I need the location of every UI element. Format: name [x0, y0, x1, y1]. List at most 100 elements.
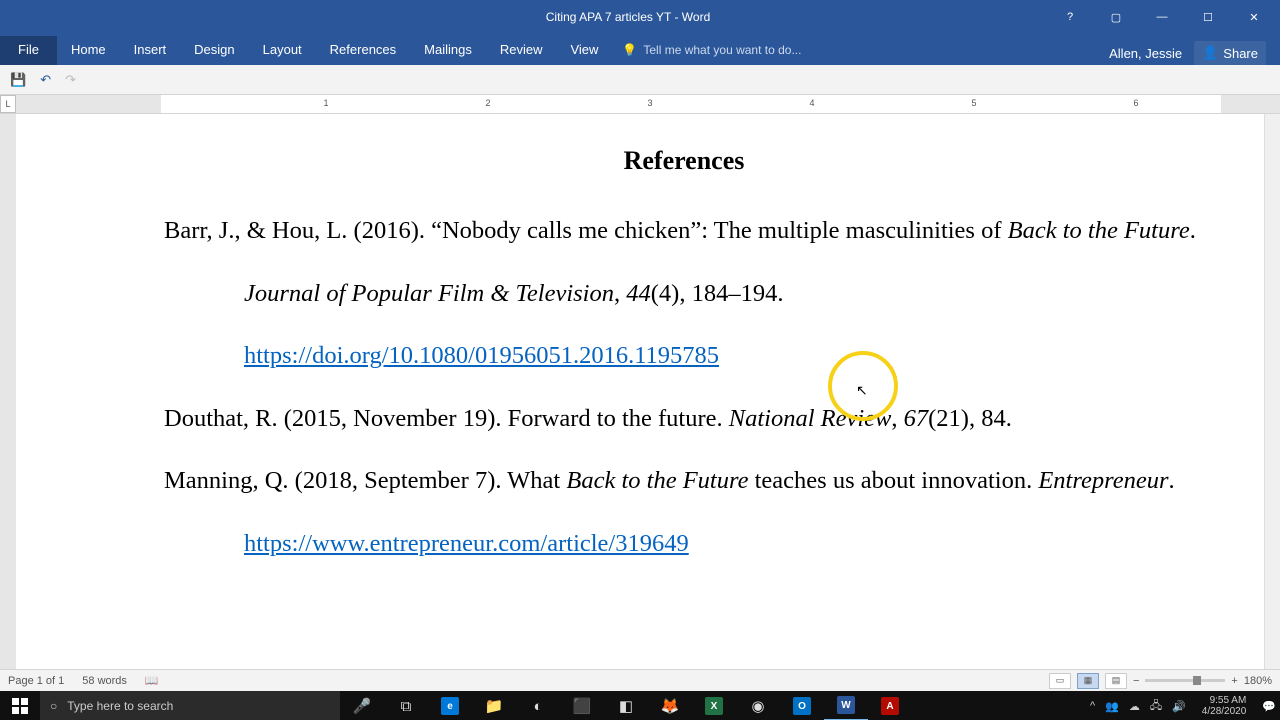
tray-expand-icon[interactable]: ^ — [1090, 700, 1095, 712]
print-layout-button[interactable]: ▦ — [1077, 673, 1099, 689]
ref-italic: 44 — [626, 280, 651, 307]
taskbar-search[interactable]: ○ Type here to search — [40, 691, 340, 720]
ruler-tick: 1 — [323, 98, 328, 108]
start-button[interactable] — [0, 698, 40, 714]
ref-italic: National Review — [729, 405, 892, 432]
redo-button[interactable]: ↷ — [65, 72, 76, 88]
onedrive-icon[interactable]: ☁ — [1129, 700, 1140, 713]
task-view-button[interactable]: ⧉ — [384, 691, 428, 720]
ref-text: Douthat, R. (2015, November 19). Forward… — [164, 405, 729, 432]
acrobat-icon[interactable]: A — [868, 691, 912, 720]
excel-icon[interactable]: X — [692, 691, 736, 720]
heading-references: References — [164, 128, 1204, 194]
tab-file[interactable]: File — [0, 36, 57, 65]
ref-italic: Entrepreneur — [1038, 467, 1168, 494]
word-count[interactable]: 58 words — [82, 675, 127, 687]
ref-italic: Journal of Popular Film & Television — [244, 280, 614, 307]
ribbon: File Home Insert Design Layout Reference… — [0, 34, 1280, 65]
tab-design[interactable]: Design — [180, 36, 248, 65]
user-name[interactable]: Allen, Jessie — [1109, 46, 1182, 61]
zoom-in-button[interactable]: + — [1231, 675, 1237, 687]
entrepreneur-link[interactable]: https://www.entrepreneur.com/article/319… — [244, 530, 689, 557]
proofing-icon[interactable]: 📖 — [145, 674, 159, 687]
firefox-icon[interactable]: 🦊 — [648, 691, 692, 720]
document-area: References Barr, J., & Hou, L. (2016). “… — [0, 114, 1280, 669]
reference-entry: Manning, Q. (2018, September 7). What Ba… — [164, 450, 1204, 575]
cortana-icon: ○ — [50, 699, 57, 713]
horizontal-ruler[interactable]: L 1 2 3 4 5 6 — [0, 95, 1280, 114]
minimize-button[interactable]: — — [1148, 7, 1176, 27]
people-icon[interactable]: 👥 — [1105, 700, 1119, 713]
quick-access-toolbar: 💾 ↶ ↷ — [0, 65, 1280, 95]
ref-text: teaches us about innovation. — [748, 467, 1038, 494]
tab-insert[interactable]: Insert — [120, 36, 181, 65]
save-button[interactable]: 💾 — [10, 72, 26, 88]
tell-me-placeholder: Tell me what you want to do... — [643, 43, 801, 57]
page[interactable]: References Barr, J., & Hou, L. (2016). “… — [16, 114, 1264, 669]
app-icon[interactable]: ◧ — [604, 691, 648, 720]
reference-entry: Barr, J., & Hou, L. (2016). “Nobody call… — [164, 200, 1204, 387]
ref-text: Barr, J., & Hou, L. (2016). “Nobody call… — [164, 217, 1008, 244]
zoom-level[interactable]: 180% — [1244, 675, 1272, 687]
web-layout-button[interactable]: ▤ — [1105, 673, 1127, 689]
share-icon: 👤 — [1202, 45, 1218, 61]
ruler-tick: 5 — [971, 98, 976, 108]
document-body[interactable]: References Barr, J., & Hou, L. (2016). “… — [16, 128, 1264, 575]
doi-link[interactable]: https://doi.org/10.1080/01956051.2016.11… — [244, 342, 719, 369]
edge-icon[interactable]: e — [428, 691, 472, 720]
vertical-scrollbar[interactable] — [1264, 114, 1280, 669]
mic-icon[interactable]: 🎤 — [340, 691, 384, 720]
help-icon[interactable]: ? — [1056, 7, 1084, 27]
system-clock[interactable]: 9:55 AM 4/28/2020 — [1196, 695, 1253, 717]
notifications-icon[interactable]: 💬 — [1262, 700, 1276, 713]
read-mode-button[interactable]: ▭ — [1049, 673, 1071, 689]
zoom-out-button[interactable]: − — [1133, 675, 1139, 687]
vertical-ruler[interactable] — [0, 114, 16, 669]
tell-me-search[interactable]: 💡 Tell me what you want to do... — [612, 37, 811, 65]
ref-text: (4), 184–194. — [651, 280, 784, 307]
ribbon-display-icon[interactable]: ▢ — [1102, 7, 1130, 27]
tab-mailings[interactable]: Mailings — [410, 36, 486, 65]
tab-references[interactable]: References — [316, 36, 410, 65]
ref-text: , — [614, 280, 626, 307]
share-button[interactable]: 👤 Share — [1194, 41, 1266, 65]
ruler-tick: 3 — [647, 98, 652, 108]
windows-icon — [12, 698, 28, 714]
tab-selector[interactable]: L — [0, 95, 16, 113]
windows-taskbar: ○ Type here to search 🎤 ⧉ e 📁 ◐ ⬛ ◧ 🦊 X … — [0, 691, 1280, 720]
chrome-icon[interactable]: ◉ — [736, 691, 780, 720]
share-label: Share — [1223, 46, 1258, 61]
ref-text: , — [891, 405, 903, 432]
page-indicator[interactable]: Page 1 of 1 — [8, 675, 64, 687]
ruler-tick: 4 — [809, 98, 814, 108]
ref-italic: 67 — [904, 405, 929, 432]
volume-icon[interactable]: 🔊 — [1172, 700, 1186, 713]
close-button[interactable]: ✕ — [1240, 7, 1268, 27]
outlook-icon[interactable]: O — [780, 691, 824, 720]
tab-review[interactable]: Review — [486, 36, 557, 65]
ref-text: . — [1169, 467, 1175, 494]
tab-view[interactable]: View — [556, 36, 612, 65]
undo-button[interactable]: ↶ — [40, 72, 51, 88]
zoom-slider[interactable] — [1145, 679, 1225, 682]
maximize-button[interactable]: ☐ — [1194, 7, 1222, 27]
lightbulb-icon: 💡 — [622, 43, 637, 57]
window-title: Citing APA 7 articles YT - Word — [200, 10, 1056, 24]
word-icon[interactable]: W — [824, 691, 868, 720]
tab-home[interactable]: Home — [57, 36, 120, 65]
app-icon[interactable]: ◐ — [516, 691, 560, 720]
clock-date: 4/28/2020 — [1202, 706, 1247, 717]
ref-text: Manning, Q. (2018, September 7). What — [164, 467, 566, 494]
ref-italic: Back to the Future — [566, 467, 748, 494]
reference-entry: Douthat, R. (2015, November 19). Forward… — [164, 388, 1204, 450]
app-icon[interactable]: ⬛ — [560, 691, 604, 720]
ruler-tick: 2 — [485, 98, 490, 108]
search-placeholder: Type here to search — [67, 699, 173, 713]
file-explorer-icon[interactable]: 📁 — [472, 691, 516, 720]
tab-layout[interactable]: Layout — [249, 36, 316, 65]
ref-text: . — [1190, 217, 1196, 244]
ref-italic: Back to the Future — [1008, 217, 1190, 244]
ref-text: (21), 84. — [928, 405, 1012, 432]
ruler-tick: 6 — [1133, 98, 1138, 108]
network-icon[interactable]: 🖧 — [1150, 697, 1162, 716]
